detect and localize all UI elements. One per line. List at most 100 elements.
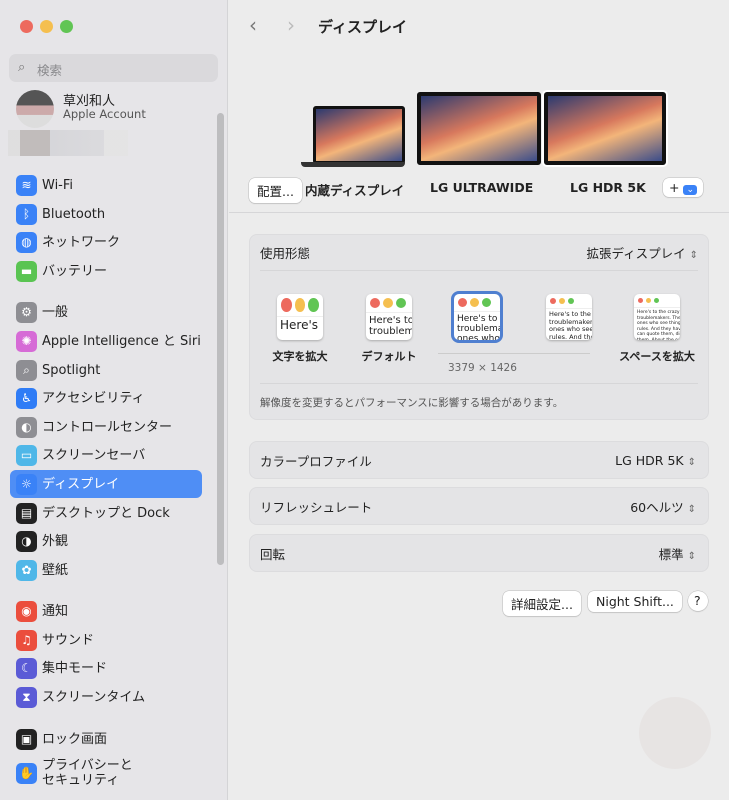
scaling-option-5[interactable]: Here's to the crazy one troublemakers. T…	[634, 294, 680, 340]
stepper-icon: ⇕	[687, 503, 696, 515]
setting-row-1[interactable]: カラープロファイル LG HDR 5K ⇕	[249, 441, 709, 479]
scaling-option-4[interactable]: Here's to the c troublemakers. ones who …	[546, 294, 592, 340]
sidebar-item-12[interactable]: ▤ デスクトップと Dock	[10, 499, 202, 527]
sidebar-item-4[interactable]: ▬ バッテリー	[10, 257, 202, 285]
minimize-button[interactable]	[40, 20, 53, 33]
setting-select[interactable]: 標準	[659, 547, 684, 562]
setting-row-2[interactable]: リフレッシュレート 60ヘルツ ⇕	[249, 487, 709, 525]
main-pane: ‹ › ディスプレイ 配置... 内蔵ディスプレイ LG ULTRAWIDE L…	[229, 0, 729, 800]
divider	[229, 212, 729, 213]
control-center-icon: ◐	[16, 416, 37, 438]
display-lg-hdr-5k[interactable]	[544, 92, 666, 165]
sidebar-item-label: 外観	[42, 533, 69, 549]
sidebar-item-13[interactable]: ◑ 外観	[10, 527, 202, 555]
search-input[interactable]: ⌕ 検索	[9, 54, 218, 82]
performance-note: 解像度を変更するとパフォーマンスに影響する場合があります。	[260, 397, 564, 409]
laptop-base	[301, 162, 405, 167]
screensaver-icon: ▭	[16, 444, 37, 466]
sidebar-item-17[interactable]: ☾ 集中モード	[10, 654, 202, 682]
notifications-icon: ◉	[16, 600, 37, 622]
scaling-option-3[interactable]: Here's to t troublema ones who	[454, 294, 500, 340]
sidebar-item-14[interactable]: ✿ 壁紙	[10, 556, 202, 584]
sidebar: ⌕ 検索 草刈和人 Apple Account ≋ Wi-Fi ᛒ Bluetooth ◍…	[0, 0, 228, 800]
scrollbar[interactable]	[217, 113, 224, 565]
setting-label: カラープロファイル	[260, 453, 372, 469]
sidebar-item-label: ネットワーク	[42, 234, 121, 250]
blurred-content	[8, 130, 128, 156]
appearance-icon: ◑	[16, 530, 37, 552]
sidebar-item-label: 壁紙	[42, 562, 69, 578]
arrange-button[interactable]: 配置...	[249, 178, 302, 203]
bluetooth-icon: ᛒ	[16, 203, 37, 225]
scaling-label: 文字を拡大	[272, 350, 328, 363]
use-as-select[interactable]: 拡張ディスプレイ	[586, 246, 685, 261]
preview-text: Here's to t troublema ones who	[454, 311, 500, 340]
page-title: ディスプレイ	[318, 18, 407, 36]
sidebar-item-label: ロック画面	[42, 731, 108, 747]
lock-icon: ▣	[16, 728, 37, 750]
sidebar-item-2[interactable]: ᛒ Bluetooth	[10, 200, 202, 228]
advanced-button[interactable]: 詳細設定...	[503, 591, 581, 616]
stepper-icon: ⇕	[687, 456, 696, 468]
sidebar-item-18[interactable]: ⧗ スクリーンタイム	[10, 683, 202, 711]
add-display-button[interactable]: + ⌄	[663, 178, 704, 197]
sidebar-item-7[interactable]: ⌕ Spotlight	[10, 356, 202, 384]
globe-icon: ◍	[16, 231, 37, 253]
sidebar-item-11[interactable]: ☼ ディスプレイ	[10, 470, 202, 498]
setting-select[interactable]: 60ヘルツ	[630, 500, 683, 515]
sidebar-item-16[interactable]: ♫ サウンド	[10, 626, 202, 654]
divider	[260, 383, 698, 384]
resolution-slider[interactable]	[438, 353, 590, 354]
sidebar-item-19[interactable]: ▣ ロック画面	[10, 725, 202, 753]
sidebar-item-1[interactable]: ≋ Wi-Fi	[10, 171, 202, 199]
use-as-row[interactable]: 使用形態 拡張ディスプレイ ⇕	[260, 235, 698, 271]
display-label-hdr5k: LG HDR 5K	[570, 180, 646, 195]
gear-icon: ⚙	[16, 301, 37, 323]
wifi-icon: ≋	[16, 174, 37, 196]
spotlight-icon: ⌕	[16, 359, 37, 381]
preview-text: Here's	[277, 316, 323, 334]
account-subtitle: Apple Account	[63, 107, 146, 121]
focus-moon-icon: ☾	[16, 657, 37, 679]
watermark-logo	[639, 697, 711, 769]
sidebar-item-label: プライバシーと セキュリティ	[42, 758, 133, 788]
sidebar-item-8[interactable]: ♿ アクセシビリティ	[10, 384, 202, 412]
display-builtin[interactable]	[313, 106, 405, 164]
hourglass-icon: ⧗	[16, 686, 37, 708]
sidebar-item-6[interactable]: ✺ Apple Intelligence と Siri	[10, 327, 202, 355]
sidebar-item-label: Bluetooth	[42, 206, 106, 222]
sidebar-item-label: ディスプレイ	[42, 476, 120, 492]
scaling-option-2[interactable]: Here's to troublem	[366, 294, 412, 340]
setting-row-3[interactable]: 回転 標準 ⇕	[249, 534, 709, 572]
privacy-hand-icon: ✋	[16, 762, 37, 784]
sidebar-item-3[interactable]: ◍ ネットワーク	[10, 228, 202, 256]
setting-select[interactable]: LG HDR 5K	[615, 453, 683, 468]
stepper-icon: ⇕	[689, 250, 698, 261]
scaling-label: スペースを拡大	[619, 350, 695, 363]
sidebar-item-label: アクセシビリティ	[42, 390, 145, 406]
help-button[interactable]: ?	[688, 591, 708, 611]
sidebar-item-label: スクリーンタイム	[42, 689, 146, 705]
sidebar-item-20[interactable]: ✋ プライバシーと セキュリティ	[10, 756, 202, 790]
zoom-button[interactable]	[60, 20, 73, 33]
setting-label: リフレッシュレート	[260, 499, 373, 515]
sidebar-item-15[interactable]: ◉ 通知	[10, 597, 202, 625]
siri-icon: ✺	[16, 330, 37, 352]
sidebar-item-label: コントロールセンター	[42, 419, 173, 435]
display-lg-ultrawide[interactable]	[417, 92, 541, 165]
back-button[interactable]: ‹	[249, 13, 257, 37]
close-button[interactable]	[20, 20, 33, 33]
preview-text: Here's to the c troublemakers. ones who …	[546, 308, 592, 340]
sidebar-item-10[interactable]: ▭ スクリーンセーバ	[10, 441, 202, 469]
sidebar-item-label: バッテリー	[42, 263, 108, 279]
sidebar-item-label: デスクトップと Dock	[42, 505, 170, 521]
night-shift-button[interactable]: Night Shift...	[588, 591, 682, 612]
avatar	[16, 90, 54, 128]
forward-button[interactable]: ›	[287, 13, 295, 37]
sidebar-item-label: 一般	[42, 304, 69, 320]
sidebar-item-9[interactable]: ◐ コントロールセンター	[10, 413, 202, 441]
sidebar-item-5[interactable]: ⚙ 一般	[10, 298, 202, 326]
battery-icon: ▬	[16, 260, 37, 282]
sidebar-item-label: Apple Intelligence と Siri	[42, 333, 201, 349]
scaling-option-1[interactable]: Here's	[277, 294, 323, 340]
